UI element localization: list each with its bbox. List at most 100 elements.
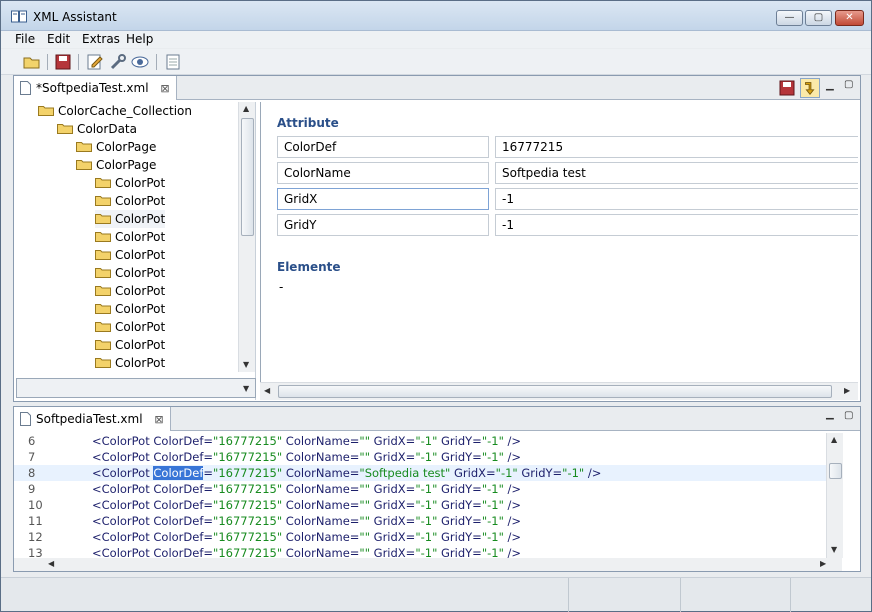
code-line[interactable]: 10 <ColorPot ColorDef="16777215" ColorNam… (14, 497, 842, 513)
tree-node[interactable]: ColorPot (95, 228, 165, 246)
attribute-value: "-1" (415, 546, 438, 558)
xml-source-view[interactable]: 6 <ColorPot ColorDef="16777215" ColorName… (14, 433, 842, 558)
edit-icon[interactable] (86, 53, 104, 71)
code-text: <ColorPot ColorDef="16777215" ColorName=… (92, 545, 521, 558)
attribute-name-field[interactable]: GridX (277, 188, 489, 210)
code-line[interactable]: 7 <ColorPot ColorDef="16777215" ColorName… (14, 449, 842, 465)
code-line[interactable]: 9 <ColorPot ColorDef="16777215" ColorName… (14, 481, 842, 497)
menu-help[interactable]: Help (126, 32, 153, 46)
tab-source-file[interactable]: SoftpediaTest.xml ⊠ (14, 407, 171, 431)
attribute-name-field[interactable]: GridY (277, 214, 489, 236)
attribute-value: "" (359, 482, 370, 496)
scroll-up-arrow-icon[interactable]: ▲ (831, 435, 837, 444)
code-token: /> (503, 450, 522, 464)
tab-editor-file[interactable]: *SoftpediaTest.xml ⊠ (14, 76, 177, 100)
tab-close-icon[interactable]: ⊠ (160, 77, 169, 101)
tree-node[interactable]: ColorPot (95, 210, 166, 228)
tree-node[interactable]: ColorPot (95, 354, 165, 372)
status-cell (568, 578, 680, 612)
tree-node[interactable]: ColorPot (95, 300, 165, 318)
scroll-left-arrow-icon[interactable]: ◀ (48, 559, 54, 568)
document-icon[interactable] (164, 53, 182, 71)
tree-node[interactable]: ColorPage (76, 156, 156, 174)
tree-node[interactable]: ColorPot (95, 318, 165, 336)
menu-file[interactable]: File (15, 32, 35, 46)
line-number: 13 (28, 546, 43, 558)
preview-eye-icon[interactable] (131, 53, 149, 71)
tree-node-label: ColorPot (115, 230, 166, 244)
scroll-down-arrow-icon[interactable]: ▼ (243, 360, 249, 369)
attribute-value: "-1" (481, 546, 504, 558)
attribute-value-field[interactable]: -1 (495, 214, 858, 236)
code-line[interactable]: 6 <ColorPot ColorDef="16777215" ColorName… (14, 433, 842, 449)
attribute-value-field[interactable]: Softpedia test (495, 162, 858, 184)
scroll-down-arrow-icon[interactable]: ▼ (831, 545, 837, 554)
tree-node[interactable]: ColorCache_Collection (38, 102, 192, 120)
code-line[interactable]: 11 <ColorPot ColorDef="16777215" ColorNam… (14, 513, 842, 529)
attribute-value: "-1" (495, 466, 518, 480)
tab-source-label: SoftpediaTest.xml (36, 412, 143, 426)
tab-close-icon[interactable]: ⊠ (154, 408, 163, 432)
code-line[interactable]: 12 <ColorPot ColorDef="16777215" ColorNam… (14, 529, 842, 545)
attribute-value-field[interactable]: 16777215 (495, 136, 858, 158)
code-text: <ColorPot ColorDef="16777215" ColorName=… (92, 497, 521, 513)
detail-scroll-thumb[interactable] (278, 385, 832, 398)
detail-horizontal-scrollbar[interactable]: ◀ ▶ (260, 382, 858, 400)
scroll-right-arrow-icon[interactable]: ▶ (844, 386, 850, 395)
maximize-view-icon[interactable]: ▢ (844, 79, 853, 90)
format-icon[interactable] (800, 78, 820, 98)
menu-extras[interactable]: Extras (82, 32, 120, 46)
source-scroll-thumb[interactable] (829, 463, 842, 479)
tree-node[interactable]: ColorPot (95, 246, 165, 264)
code-token: /> (584, 466, 602, 480)
code-text: <ColorPot ColorDef="16777215" ColorName=… (92, 433, 521, 449)
scroll-up-arrow-icon[interactable]: ▲ (243, 104, 249, 113)
scroll-right-arrow-icon[interactable]: ▶ (820, 559, 826, 568)
scroll-left-arrow-icon[interactable]: ◀ (264, 386, 270, 395)
tree-node-label: ColorPot (115, 338, 166, 352)
attribute-value-field[interactable]: -1 (495, 188, 858, 210)
code-line[interactable]: 13 <ColorPot ColorDef="16777215" ColorNam… (14, 545, 842, 558)
folder-icon (95, 322, 111, 332)
file-icon (20, 81, 31, 95)
tree-node[interactable]: ColorPage (76, 138, 156, 156)
minimize-view-icon[interactable]: ▁ (826, 409, 834, 420)
attribute-name-field[interactable]: ColorDef (277, 136, 489, 158)
tree-node[interactable]: ColorPot (95, 336, 165, 354)
close-button[interactable]: ✕ (835, 10, 864, 26)
tree-node[interactable]: ColorData (57, 120, 137, 138)
status-bar (1, 577, 871, 612)
elements-value: - (279, 280, 284, 294)
tree-node[interactable]: ColorPot (95, 264, 165, 282)
code-token: GridX= (370, 546, 416, 558)
code-token: GridX= (370, 450, 416, 464)
code-line[interactable]: 8 <ColorPot ColorDef="16777215" ColorName… (14, 465, 842, 481)
minimize-view-icon[interactable]: ▁ (826, 80, 834, 91)
tree-vertical-scrollbar[interactable]: ▲ ▼ (238, 102, 255, 372)
editor-panel: *SoftpediaTest.xml ⊠ ▁ ▢ ColorCache_Coll… (13, 75, 861, 402)
tree-dropdown[interactable]: ▼ (16, 378, 256, 398)
attribute-value: "" (359, 530, 370, 544)
tree-node[interactable]: ColorPot (95, 174, 165, 192)
code-token: /> (503, 514, 522, 528)
toolbar (1, 49, 871, 75)
folder-icon (76, 142, 92, 152)
maximize-view-icon[interactable]: ▢ (844, 410, 853, 421)
tools-icon[interactable] (109, 53, 127, 71)
maximize-button[interactable]: ▢ (805, 10, 832, 26)
attribute-name-field[interactable]: ColorName (277, 162, 489, 184)
open-folder-icon[interactable] (23, 53, 41, 71)
tree-node[interactable]: ColorPot (95, 192, 165, 210)
save-icon[interactable] (779, 80, 795, 96)
minimize-button[interactable]: — (776, 10, 803, 26)
menu-edit[interactable]: Edit (47, 32, 70, 46)
tree-node-label: ColorPage (96, 158, 157, 172)
source-horizontal-scrollbar[interactable]: ◀ ▶ (14, 558, 842, 571)
attribute-value: "-1" (415, 482, 438, 496)
tree-scroll-thumb[interactable] (241, 118, 254, 236)
chevron-down-icon[interactable]: ▼ (243, 384, 249, 393)
save-icon[interactable] (54, 53, 72, 71)
tree-node[interactable]: ColorPot (95, 282, 165, 300)
code-text: <ColorPot ColorDef="16777215" ColorName=… (92, 465, 601, 481)
source-vertical-scrollbar[interactable]: ▲ ▼ (826, 433, 843, 558)
